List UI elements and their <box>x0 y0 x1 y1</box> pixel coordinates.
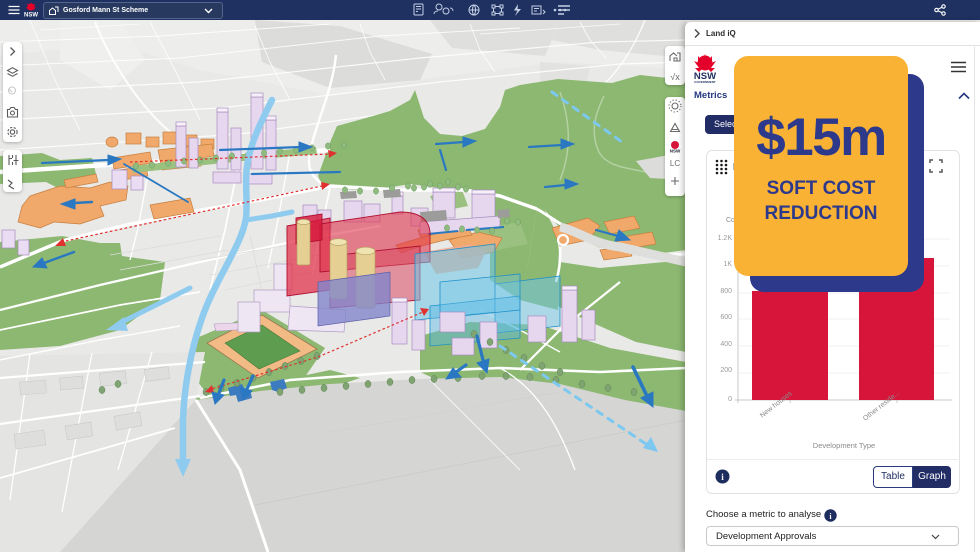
svg-text:GOVERNMENT: GOVERNMENT <box>694 80 716 84</box>
svg-text:NSW: NSW <box>24 13 38 19</box>
svg-text:√x: √x <box>670 72 680 82</box>
svg-text:NSW: NSW <box>670 149 681 154</box>
svg-text:LC: LC <box>670 159 680 168</box>
